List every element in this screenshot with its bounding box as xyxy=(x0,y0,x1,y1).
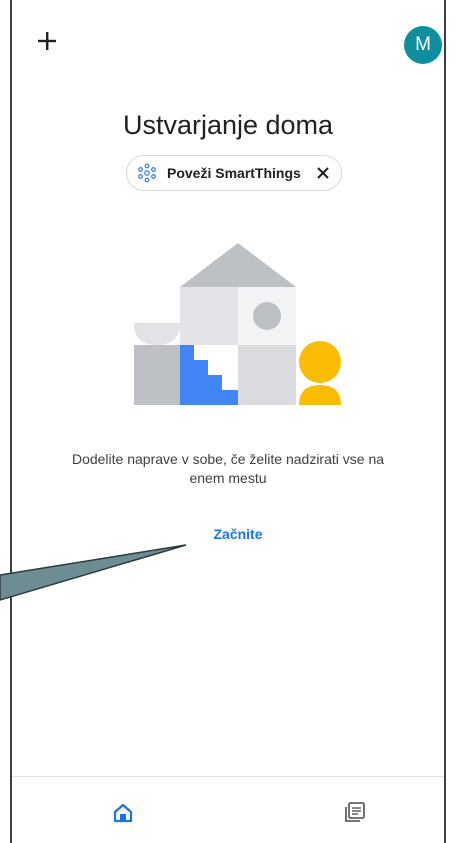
nav-home-tab[interactable] xyxy=(112,802,134,824)
get-started-button[interactable]: Začnite xyxy=(180,522,296,546)
feed-icon xyxy=(345,802,365,822)
avatar-initial: M xyxy=(415,34,431,55)
page-title: Ustvarjanje doma xyxy=(122,110,334,140)
chip-label: Poveži SmartThings xyxy=(167,165,301,181)
avatar[interactable]: M xyxy=(404,26,442,64)
plus-icon xyxy=(38,32,56,50)
close-icon[interactable] xyxy=(315,165,331,181)
smartthings-icon xyxy=(138,163,156,183)
nav-feed-tab[interactable] xyxy=(344,801,366,823)
bottom-nav-divider xyxy=(12,776,444,777)
add-button[interactable] xyxy=(36,30,58,52)
home-icon xyxy=(113,803,133,823)
connect-smartthings-chip[interactable]: Poveži SmartThings xyxy=(126,155,342,191)
empty-state-description: Dodelite naprave v sobe, če želite nadzi… xyxy=(71,451,385,486)
